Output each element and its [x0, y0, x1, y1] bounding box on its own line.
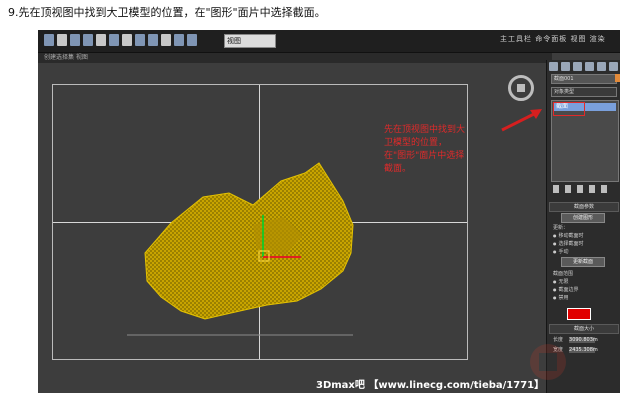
toolbar-icon-group	[44, 34, 197, 48]
toolbar-right-labels: 主工具栏 命令面板 视图 渲染	[500, 35, 606, 43]
reference-coord-select[interactable]: 视图	[224, 34, 276, 48]
shape-type-list[interactable]: 截面	[551, 100, 619, 182]
section-extents-label: 截面范围	[553, 271, 574, 277]
create-tab-icon[interactable]	[549, 62, 558, 71]
3dsmax-screenshot: 视图 主工具栏 命令面板 视图 渲染 创建选择集 视图 先在顶视图中找到大卫模型…	[38, 30, 620, 393]
main-toolbar: 视图 主工具栏 命令面板 视图 渲染	[38, 30, 620, 53]
section-color-swatch[interactable]	[567, 308, 591, 320]
viewport-subbar: 创建选择集 视图	[38, 53, 552, 63]
snap-icon[interactable]	[161, 34, 171, 46]
make-unique-icon[interactable]	[577, 185, 583, 193]
show-end-result-icon[interactable]	[565, 185, 571, 193]
scale-icon[interactable]	[148, 34, 158, 46]
update-section-button[interactable]: 更新截面	[561, 257, 605, 267]
redo-icon[interactable]	[57, 34, 67, 46]
object-type-dropdown[interactable]: 对象类型	[551, 87, 617, 97]
panel-tabs	[549, 62, 618, 71]
radio-when-section-moves[interactable]: 移动截面时	[553, 232, 584, 239]
radio-infinite[interactable]: 无限	[553, 278, 569, 285]
pin-stack-icon[interactable]	[553, 185, 559, 193]
watermark-text: 3Dmax吧 【www.linecg.com/tieba/1771】	[316, 380, 545, 391]
move-icon[interactable]	[122, 34, 132, 46]
rotate-icon[interactable]	[135, 34, 145, 46]
width-spinner[interactable]: 2435.308m	[569, 346, 598, 353]
angle-snap-icon[interactable]	[174, 34, 184, 46]
object-name-field[interactable]: 截面001	[551, 74, 617, 84]
region-select-icon[interactable]	[109, 34, 119, 46]
annotation-arrow-icon	[501, 109, 542, 132]
configure-icon[interactable]	[601, 185, 607, 193]
radio-section-boundary[interactable]: 截面边界	[553, 286, 579, 293]
radio-off[interactable]: 禁用	[553, 294, 569, 301]
modify-tab-icon[interactable]	[561, 62, 570, 71]
utilities-tab-icon[interactable]	[609, 62, 618, 71]
selection-highlight-box	[553, 102, 585, 116]
section-params-rollout[interactable]: 截面参数	[549, 202, 619, 212]
create-shape-button[interactable]: 创建图形	[561, 213, 605, 223]
viewcube-nav-icon[interactable]	[508, 75, 534, 101]
select-icon[interactable]	[96, 34, 106, 46]
motion-tab-icon[interactable]	[585, 62, 594, 71]
length-spinner[interactable]: 3090.803m	[569, 336, 598, 343]
hierarchy-tab-icon[interactable]	[573, 62, 582, 71]
step-caption: 9.先在顶视图中找到大卫模型的位置，在"图形"面片中选择截面。	[8, 6, 326, 19]
remove-modifier-icon[interactable]	[589, 185, 595, 193]
display-tab-icon[interactable]	[597, 62, 606, 71]
object-color-swatch[interactable]	[615, 74, 620, 82]
radio-manually[interactable]: 手动	[553, 248, 569, 255]
percent-snap-icon[interactable]	[187, 34, 197, 46]
undo-icon[interactable]	[44, 34, 54, 46]
annotation-note: 先在顶视图中找到大卫模型的位置，在"图形"面片中选择截面。	[384, 125, 466, 174]
link-icon[interactable]	[70, 34, 80, 46]
panel-icon-row	[553, 185, 607, 193]
unlink-icon[interactable]	[83, 34, 93, 46]
radio-when-section-selected[interactable]: 选择截面时	[553, 240, 584, 247]
section-size-rollout[interactable]: 截面大小	[549, 324, 619, 334]
update-label: 更新：	[553, 225, 569, 231]
